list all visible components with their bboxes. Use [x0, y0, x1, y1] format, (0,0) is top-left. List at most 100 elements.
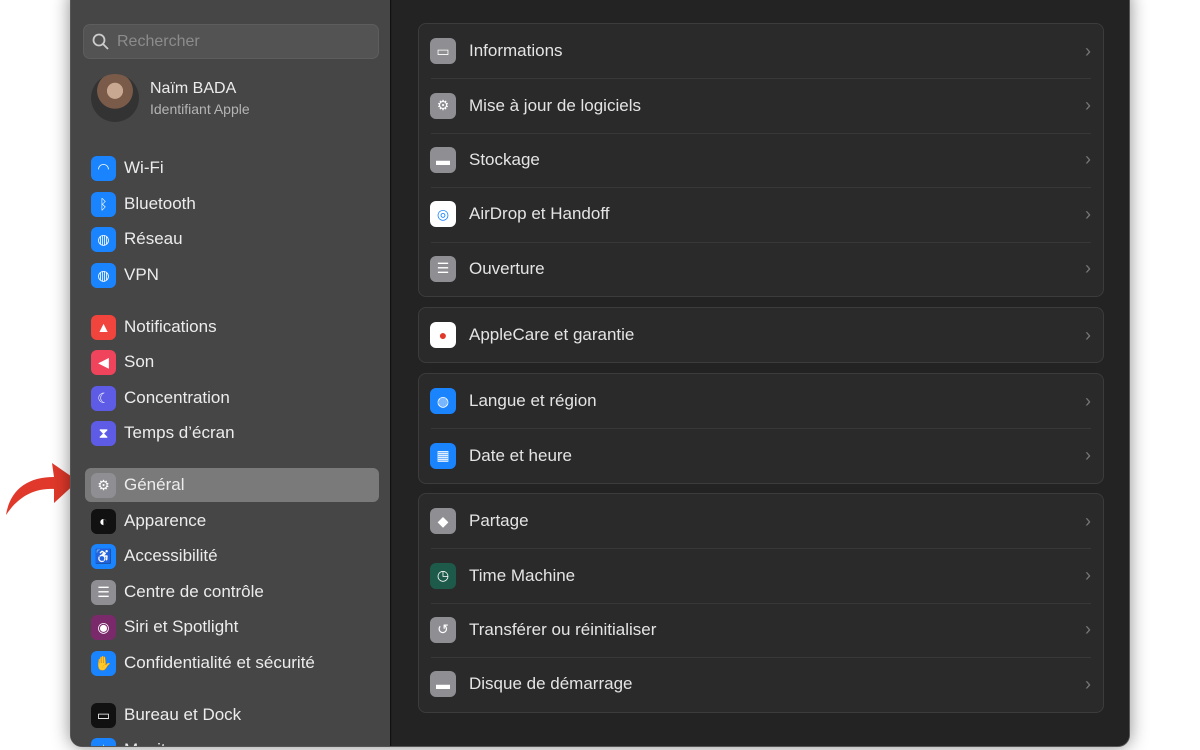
bell-icon: ▲	[91, 314, 116, 340]
row-label: Disque de démarrage	[469, 674, 633, 694]
row-label: Date et heure	[469, 445, 573, 465]
gear-icon: ⚙	[91, 472, 116, 498]
sidebar-item-0[interactable]: ◠ Wi-Fi	[85, 151, 379, 185]
apple-id-profile[interactable]: Naïm BADA Identifiant Apple	[91, 74, 250, 122]
gear-badge-icon: ⚙	[430, 92, 456, 119]
chevron-right-icon: ›	[1085, 203, 1091, 224]
row-label: Partage	[469, 511, 529, 531]
calendar-clock-icon: ▦	[430, 442, 456, 469]
settings-row[interactable]: ◷ Time Machine ›	[419, 548, 1103, 602]
airdrop-icon: ◎	[430, 201, 456, 228]
chevron-right-icon: ›	[1085, 390, 1091, 411]
chevron-right-icon: ›	[1085, 324, 1091, 345]
list-icon: ☰	[430, 255, 456, 282]
settings-row[interactable]: ⚙ Mise à jour de logiciels ›	[419, 78, 1103, 132]
settings-group: ◆ Partage › ◷ Time Machine › ↺ Transférer ou ré…	[418, 493, 1104, 713]
settings-group: ▭ Informations › ⚙ Mise à jour de logiciels ›…	[418, 23, 1104, 297]
sharing-icon: ◆	[430, 508, 456, 535]
row-label: Time Machine	[469, 565, 576, 585]
settings-row[interactable]: ↺ Transférer ou réinitialiser ›	[419, 602, 1103, 657]
sidebar-item-label: Siri et Spotlight	[124, 617, 239, 636]
settings-row[interactable]: ◆ Partage ›	[419, 494, 1103, 548]
chevron-right-icon: ›	[1085, 95, 1091, 116]
sidebar-item-label: Temps d’écran	[124, 423, 235, 442]
row-label: Transférer ou réinitialiser	[469, 619, 657, 639]
row-label: Langue et région	[469, 391, 597, 411]
chevron-right-icon: ›	[1085, 619, 1091, 640]
sidebar-item-11[interactable]: ☰ Centre de contrôle	[85, 575, 379, 609]
sidebar-item-8[interactable]: ⚙ Général	[85, 468, 379, 502]
sidebar-item-label: Concentration	[124, 388, 230, 407]
apple-icon: ●	[430, 322, 456, 349]
siri-icon: ◉	[91, 614, 116, 640]
settings-group: ● AppleCare et garantie ›	[418, 307, 1104, 364]
dock-icon: ▭	[91, 702, 116, 728]
accessibility-icon: ♿	[91, 543, 116, 569]
search-placeholder: Rechercher	[117, 32, 200, 50]
sidebar-item-5[interactable]: ◀ Son	[85, 345, 379, 379]
sidebar-item-label: Bluetooth	[124, 194, 196, 213]
sun-icon: ☀	[91, 737, 116, 746]
globe-icon: ◍	[91, 226, 116, 252]
row-label: Mise à jour de logiciels	[469, 95, 641, 115]
sidebar-item-15[interactable]: ☀ Moniteurs	[85, 733, 379, 746]
row-label: Informations	[469, 41, 563, 61]
toggles-icon: ☰	[91, 579, 116, 605]
appearance-icon: ◐	[91, 508, 116, 534]
sidebar: Rechercher Naïm BADA Identifiant Apple ◠…	[71, 0, 391, 746]
chevron-right-icon: ›	[1085, 258, 1091, 279]
search-icon	[92, 33, 109, 50]
sidebar-item-6[interactable]: ☾ Concentration	[85, 381, 379, 415]
sidebar-item-1[interactable]: ᛒ Bluetooth	[85, 187, 379, 221]
chevron-right-icon: ›	[1085, 673, 1091, 694]
general-pane: ▭ Informations › ⚙ Mise à jour de logiciels ›…	[392, 0, 1129, 746]
bluetooth-icon: ᛒ	[91, 191, 116, 217]
sidebar-item-label: Apparence	[124, 511, 207, 530]
settings-window: Rechercher Naïm BADA Identifiant Apple ◠…	[70, 0, 1130, 747]
sidebar-item-label: Bureau et Dock	[124, 705, 242, 724]
settings-row[interactable]: ◎ AirDrop et Handoff ›	[419, 187, 1103, 241]
settings-row[interactable]: ▬ Disque de démarrage ›	[419, 657, 1103, 711]
row-label: AirDrop et Handoff	[469, 204, 610, 224]
row-label: AppleCare et garantie	[469, 325, 635, 345]
sidebar-item-label: Réseau	[124, 229, 183, 248]
laptop-icon: ▭	[430, 38, 456, 65]
sidebar-item-2[interactable]: ◍ Réseau	[85, 222, 379, 256]
settings-row[interactable]: ▬ Stockage ›	[419, 132, 1103, 187]
reset-icon: ↺	[430, 616, 456, 643]
disk-icon: ▬	[430, 671, 456, 698]
sidebar-item-label: VPN	[124, 265, 159, 284]
settings-row[interactable]: ▦ Date et heure ›	[419, 428, 1103, 482]
row-label: Ouverture	[469, 258, 545, 278]
search-input[interactable]: Rechercher	[83, 24, 379, 59]
sidebar-item-label: Général	[124, 475, 185, 494]
sidebar-item-9[interactable]: ◐ Apparence	[85, 504, 379, 538]
sidebar-item-label: Moniteurs	[124, 740, 199, 746]
settings-row[interactable]: ▭ Informations ›	[419, 24, 1103, 78]
sidebar-item-label: Accessibilité	[124, 546, 218, 565]
wifi-icon: ◠	[91, 155, 116, 181]
drive-icon: ▬	[430, 146, 456, 173]
settings-row[interactable]: ☰ Ouverture ›	[419, 241, 1103, 296]
sidebar-item-3[interactable]: ◍ VPN	[85, 258, 379, 292]
globe-icon: ◍	[430, 388, 456, 415]
sidebar-item-label: Son	[124, 352, 155, 371]
hand-icon: ✋	[91, 650, 116, 676]
chevron-right-icon: ›	[1085, 565, 1091, 586]
sidebar-item-4[interactable]: ▲ Notifications	[85, 310, 379, 344]
sidebar-item-10[interactable]: ♿ Accessibilité	[85, 539, 379, 573]
sidebar-item-12[interactable]: ◉ Siri et Spotlight	[85, 610, 379, 644]
moon-icon: ☾	[91, 385, 116, 411]
settings-row[interactable]: ● AppleCare et garantie ›	[419, 308, 1103, 362]
chevron-right-icon: ›	[1085, 445, 1091, 466]
settings-group: ◍ Langue et région › ▦ Date et heure ›	[418, 373, 1104, 484]
profile-name: Naïm BADA	[150, 79, 237, 97]
time-machine-icon: ◷	[430, 562, 456, 589]
settings-row[interactable]: ◍ Langue et région ›	[419, 374, 1103, 428]
sidebar-item-13[interactable]: ✋ Confidentialité et sécurité	[85, 646, 379, 680]
vpn-globe-icon: ◍	[91, 262, 116, 288]
sidebar-item-label: Centre de contrôle	[124, 582, 264, 601]
sidebar-item-7[interactable]: ⧗ Temps d’écran	[85, 416, 379, 450]
chevron-right-icon: ›	[1085, 40, 1091, 61]
sidebar-item-14[interactable]: ▭ Bureau et Dock	[85, 698, 379, 732]
